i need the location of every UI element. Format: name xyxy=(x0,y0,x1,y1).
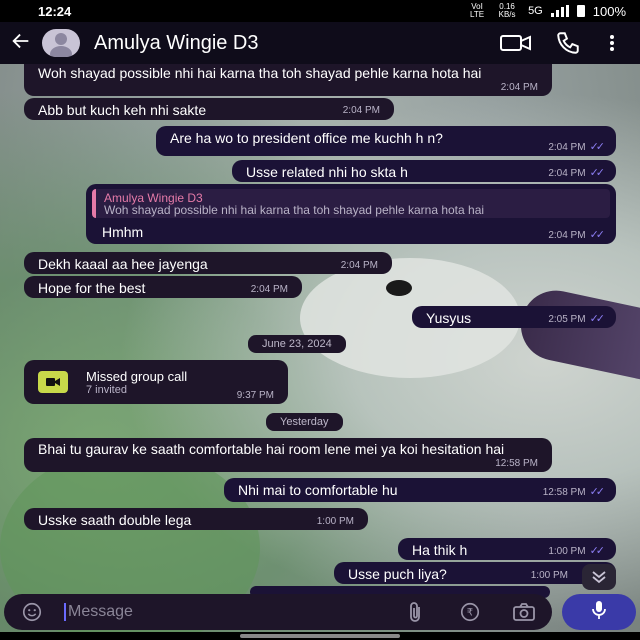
read-receipt-icon: ✓✓ xyxy=(589,141,606,153)
message-time-text: 2:05 PM xyxy=(548,314,586,325)
volte-indicator: VoI LTE xyxy=(470,2,485,19)
message-text: Usse puch liya? xyxy=(348,566,447,582)
missed-call-info: Missed group call 7 invited xyxy=(86,369,187,396)
read-receipt-icon: ✓✓ xyxy=(589,313,606,325)
rupee-icon[interactable]: ₹ xyxy=(452,594,488,630)
message-text: Abb but kuch keh nhi sakte xyxy=(38,102,207,118)
message-time: 2:04 PM ✓✓ xyxy=(548,140,606,153)
message-bubble-incoming[interactable]: Woh shayad possible nhi hai karna tha to… xyxy=(24,62,552,96)
read-receipt-icon: ✓✓ xyxy=(589,486,606,498)
contact-name[interactable]: Amulya Wingie D3 xyxy=(94,32,490,55)
status-bar: 12:24 VoI LTE 0.16 KB/s 5G 100% xyxy=(0,0,640,22)
message-time-text: 2:04 PM xyxy=(548,142,586,153)
video-camera-icon[interactable] xyxy=(490,33,542,53)
microphone-icon xyxy=(590,599,608,626)
status-right: VoI LTE 0.16 KB/s 5G 100% xyxy=(468,3,626,19)
message-time: 12:58 PM ✓✓ xyxy=(542,485,606,498)
message-time: 1:00 PM ✓✓ xyxy=(548,544,606,557)
read-receipt-icon: ✓✓ xyxy=(589,545,606,557)
wallpaper-swan-eye xyxy=(386,280,412,296)
chat-header: Amulya Wingie D3 xyxy=(0,22,640,64)
message-bubble-outgoing[interactable]: Usse related nhi ho skta h 2:04 PM ✓✓ xyxy=(232,160,616,182)
message-bubble-incoming[interactable]: Dekh kaaal aa hee jayenga 2:04 PM xyxy=(24,252,392,274)
scroll-to-bottom-button[interactable] xyxy=(582,564,616,590)
status-time: 12:24 xyxy=(38,3,72,19)
message-time-text: 2:04 PM xyxy=(548,168,586,179)
read-receipt-icon: ✓✓ xyxy=(589,229,606,241)
message-text: Ha thik h xyxy=(412,542,468,558)
svg-text:₹: ₹ xyxy=(467,608,473,619)
message-bubble-incoming[interactable]: Hope for the best 2:04 PM xyxy=(24,276,302,298)
message-text: Woh shayad possible nhi hai karna tha to… xyxy=(38,65,482,81)
message-time: 2:04 PM xyxy=(250,284,288,295)
more-vertical-icon[interactable] xyxy=(594,34,630,52)
message-time: 2:04 PM xyxy=(342,105,380,116)
message-time-text: 2:04 PM xyxy=(548,230,586,241)
message-time: 1:00 PM xyxy=(531,570,568,581)
phone-icon[interactable] xyxy=(542,30,594,56)
message-text: Yusyus xyxy=(426,310,472,326)
message-text: Are ha wo to president office me kuchh h… xyxy=(170,130,443,146)
message-bubble-outgoing[interactable]: Usse puch liya? 1:00 PM xyxy=(334,562,616,584)
message-text: Bhai tu gaurav ke saath comfortable hai … xyxy=(38,441,505,457)
message-bubble-outgoing-reply[interactable]: Amulya Wingie D3 Woh shayad possible nhi… xyxy=(86,184,616,244)
message-time: 2:05 PM ✓✓ xyxy=(548,312,606,325)
message-time: 9:37 PM xyxy=(236,390,274,401)
message-time: 2:04 PM ✓✓ xyxy=(548,228,606,241)
video-call-missed-icon xyxy=(38,371,68,393)
message-time: 2:04 PM xyxy=(500,82,538,93)
message-bubble-outgoing[interactable]: Are ha wo to president office me kuchh h… xyxy=(156,126,616,156)
emoji-icon[interactable] xyxy=(14,594,50,630)
message-text: Usse related nhi ho skta h xyxy=(246,164,408,180)
microphone-button[interactable] xyxy=(562,594,636,630)
arrow-left-icon[interactable] xyxy=(10,28,42,59)
message-text: Usske saath double lega xyxy=(38,512,192,528)
system-nav-bar xyxy=(0,632,640,640)
message-bubble-outgoing[interactable]: Nhi mai to comfortable hu 12:58 PM ✓✓ xyxy=(224,478,616,502)
message-text: Nhi mai to comfortable hu xyxy=(238,482,398,498)
battery-percent: 100% xyxy=(592,3,626,19)
missed-call-title: Missed group call xyxy=(86,368,188,384)
date-separator: Yesterday xyxy=(266,413,343,431)
missed-call-subtitle: 7 invited xyxy=(86,383,127,396)
message-text: Hmhm xyxy=(102,224,144,240)
message-time-text: 1:00 PM xyxy=(548,546,586,557)
message-bubble-incoming[interactable]: Usske saath double lega 1:00 PM xyxy=(24,508,368,530)
battery-icon xyxy=(576,5,585,17)
message-time: 2:04 PM ✓✓ xyxy=(548,166,606,179)
message-time-text: 12:58 PM xyxy=(542,487,586,498)
message-time: 1:00 PM xyxy=(316,516,354,527)
message-bubble-incoming[interactable]: Bhai tu gaurav ke saath comfortable hai … xyxy=(24,438,552,472)
network-type: 5G xyxy=(528,5,543,17)
message-bubble-incoming[interactable]: Abb but kuch keh nhi sakte 2:04 PM xyxy=(24,98,394,120)
message-input[interactable]: Message xyxy=(68,603,398,621)
camera-icon[interactable] xyxy=(506,594,542,630)
message-time: 2:04 PM xyxy=(340,260,378,271)
message-bubble-outgoing[interactable]: Yusyus 2:05 PM ✓✓ xyxy=(412,306,616,328)
missed-call-bubble[interactable]: Missed group call 7 invited 9:37 PM xyxy=(24,360,288,404)
signal-icon xyxy=(550,5,569,17)
message-input-bar: Message ₹ xyxy=(4,594,552,630)
network-speed: 0.16 KB/s xyxy=(498,2,516,19)
text-cursor xyxy=(64,603,66,621)
message-bubble-outgoing[interactable]: Ha thik h 1:00 PM ✓✓ xyxy=(398,538,616,560)
reply-quote[interactable]: Amulya Wingie D3 Woh shayad possible nhi… xyxy=(92,189,610,218)
reply-text: Woh shayad possible nhi hai karna tha to… xyxy=(104,203,485,217)
avatar[interactable] xyxy=(42,29,80,57)
message-text: Hope for the best xyxy=(38,280,146,296)
message-time-text: 1:00 PM xyxy=(530,570,568,581)
home-indicator[interactable] xyxy=(240,634,400,638)
message-time: 12:58 PM xyxy=(495,458,538,469)
paperclip-icon[interactable] xyxy=(398,594,434,630)
wallpaper-swan-beak xyxy=(514,284,640,386)
date-separator: June 23, 2024 xyxy=(248,335,346,353)
message-text: Dekh kaaal aa hee jayenga xyxy=(38,256,208,272)
read-receipt-icon: ✓✓ xyxy=(589,167,606,179)
